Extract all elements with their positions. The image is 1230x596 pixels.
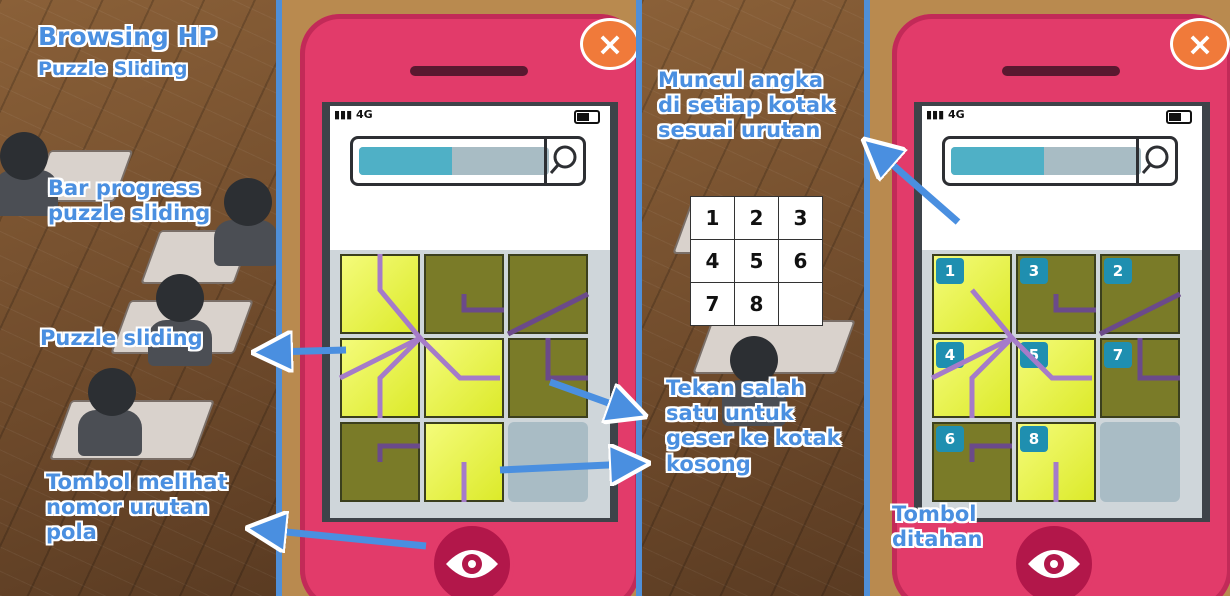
callout-puzzle: Puzzle sliding bbox=[40, 326, 203, 350]
eye-icon bbox=[446, 550, 498, 578]
search-button[interactable] bbox=[544, 139, 583, 183]
progress-fill bbox=[359, 147, 453, 175]
close-icon: × bbox=[596, 25, 624, 63]
screen-frame: ▮▮▮ 4G bbox=[322, 102, 618, 522]
eye-icon bbox=[1028, 550, 1080, 578]
student-body bbox=[214, 220, 276, 266]
phone-earpiece bbox=[1002, 66, 1120, 76]
feature-title: Browsing HP bbox=[38, 22, 217, 51]
network-label: 4G bbox=[948, 108, 965, 121]
puzzle-board bbox=[330, 250, 610, 518]
sequence-reference-grid: 123 456 78 bbox=[690, 196, 823, 326]
student-head bbox=[224, 178, 272, 226]
close-button[interactable]: × bbox=[580, 18, 636, 70]
callout-progress-bar: Bar progress puzzle sliding bbox=[48, 176, 211, 226]
close-button[interactable]: × bbox=[1170, 18, 1230, 70]
callout-tap-tile: Tekan salah satu untuk geser ke kotak ko… bbox=[666, 376, 841, 476]
signal-icon: ▮▮▮ bbox=[334, 108, 356, 121]
feature-subtitle: Puzzle Sliding bbox=[38, 58, 188, 80]
student-head bbox=[156, 274, 204, 322]
middle-scene: Muncul angka di setiap kotak sesuai urut… bbox=[642, 0, 864, 596]
sequence-cell: 8 bbox=[734, 282, 779, 326]
sequence-cell: 7 bbox=[690, 282, 735, 326]
puzzle-pattern-lines bbox=[338, 254, 590, 502]
puzzle-pattern-lines bbox=[930, 288, 1182, 502]
phone-screen: ▮▮▮ 4G bbox=[330, 106, 610, 518]
puzzle-progress-bar bbox=[359, 147, 549, 175]
status-bar: ▮▮▮ 4G bbox=[926, 108, 1198, 128]
sequence-cell: 3 bbox=[778, 196, 823, 240]
search-button[interactable] bbox=[1136, 139, 1175, 183]
phone-panel-left: ▮▮▮ 4G × bbox=[282, 0, 636, 596]
sequence-cell: 2 bbox=[734, 196, 779, 240]
puzzle-board: 1 3 2 4 5 7 6 8 bbox=[922, 250, 1202, 518]
sequence-cell bbox=[778, 282, 823, 326]
callout-view-button: Tombol melihat nomor urutan pola bbox=[46, 470, 228, 545]
sequence-cell: 5 bbox=[734, 239, 779, 283]
progress-search-bar bbox=[942, 136, 1178, 186]
battery-icon bbox=[574, 110, 600, 124]
screen-frame: ▮▮▮ 4G 1 3 2 4 5 7 6 8 bbox=[914, 102, 1210, 522]
left-scene: Browsing HP Puzzle Sliding Bar progress … bbox=[0, 0, 276, 596]
phone-screen: ▮▮▮ 4G 1 3 2 4 5 7 6 8 bbox=[922, 106, 1202, 518]
view-pattern-button[interactable] bbox=[1012, 522, 1096, 596]
student-head bbox=[88, 368, 136, 416]
puzzle-progress-bar bbox=[951, 147, 1141, 175]
signal-icon: ▮▮▮ bbox=[926, 108, 948, 121]
progress-search-bar bbox=[350, 136, 586, 186]
sequence-cell: 6 bbox=[778, 239, 823, 283]
callout-hold-button: Tombol ditahan bbox=[892, 502, 983, 552]
callout-numbers: Muncul angka di setiap kotak sesuai urut… bbox=[658, 68, 835, 143]
search-icon bbox=[1141, 145, 1169, 174]
student-head bbox=[0, 132, 48, 180]
search-icon bbox=[549, 145, 577, 174]
student-body bbox=[78, 410, 142, 456]
view-pattern-button[interactable] bbox=[430, 522, 514, 596]
phone-panel-right: ▮▮▮ 4G 1 3 2 4 5 7 6 8 × Tombol ditahan bbox=[870, 0, 1230, 596]
phone-earpiece bbox=[410, 66, 528, 76]
network-label: 4G bbox=[356, 108, 373, 121]
battery-icon bbox=[1166, 110, 1192, 124]
phone-body: ▮▮▮ 4G bbox=[300, 14, 636, 596]
close-icon: × bbox=[1186, 25, 1214, 63]
sequence-cell: 4 bbox=[690, 239, 735, 283]
progress-fill bbox=[951, 147, 1045, 175]
sequence-cell: 1 bbox=[690, 196, 735, 240]
status-bar: ▮▮▮ 4G bbox=[334, 108, 606, 128]
